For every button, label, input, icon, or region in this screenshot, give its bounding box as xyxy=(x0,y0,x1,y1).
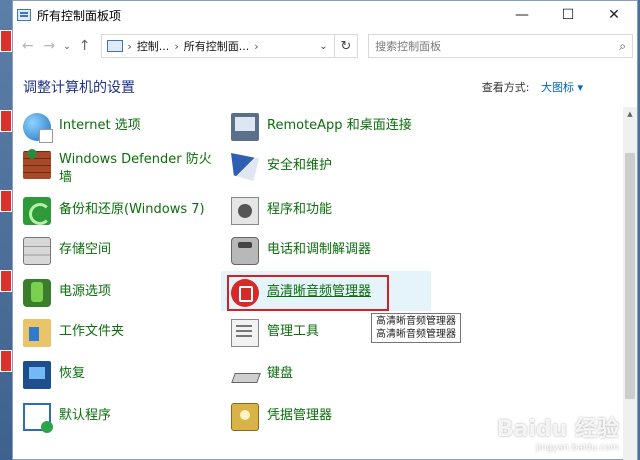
navigation-bar: ← → ⌄ ↑ › 控制... › 所有控制面... › ⌄ ↻ ⌕ xyxy=(13,29,637,63)
breadcrumb-control-panel[interactable]: 控制... xyxy=(137,38,170,54)
list-item[interactable]: 工作文件夹 xyxy=(23,319,223,347)
item-label: Internet 选项 xyxy=(59,118,141,133)
item-label: 备份和还原(Windows 7) xyxy=(59,202,205,217)
list-item[interactable]: Windows Defender 防火墙 xyxy=(23,149,223,187)
search-icon[interactable]: ⌕ xyxy=(619,39,626,54)
items-list: Internet 选项 Windows Defender 防火墙 备份和还原(W… xyxy=(13,107,611,460)
item-label: 管理工具 xyxy=(267,324,320,339)
credential-icon xyxy=(231,403,259,431)
admin-tools-icon xyxy=(231,319,259,347)
item-label: RemoteApp 和桌面连接 xyxy=(267,118,412,133)
item-label: 键盘 xyxy=(267,366,294,381)
search-box[interactable]: ⌕ xyxy=(368,34,634,58)
list-item[interactable]: 程序和功能 xyxy=(231,197,441,225)
vertical-scrollbar[interactable]: ▲ xyxy=(623,107,637,460)
firewall-icon xyxy=(23,149,51,179)
window-title: 所有控制面板项 xyxy=(37,8,122,23)
power-icon xyxy=(23,279,51,307)
list-item[interactable]: RemoteApp 和桌面连接 xyxy=(231,113,441,141)
list-item[interactable]: 恢复 xyxy=(23,361,223,389)
list-item[interactable]: 备份和还原(Windows 7) xyxy=(23,197,223,225)
desktop-icon[interactable] xyxy=(0,270,12,292)
desktop-icon[interactable] xyxy=(0,350,12,372)
item-label: 默认程序 xyxy=(59,408,112,423)
item-label: Windows Defender 防火墙 xyxy=(59,152,212,185)
item-label: 恢复 xyxy=(59,366,86,381)
list-item[interactable]: 键盘 xyxy=(231,361,441,389)
minimize-button[interactable]: — xyxy=(499,1,545,29)
address-bar[interactable]: › 控制... › 所有控制面... › ⌄ xyxy=(101,34,335,58)
keyboard-icon xyxy=(231,361,259,389)
list-item-partial[interactable] xyxy=(23,445,223,460)
scroll-thumb[interactable] xyxy=(625,153,635,399)
list-item[interactable]: 电源选项 xyxy=(23,279,223,307)
watermark-url: jingyan.baidu.com xyxy=(535,443,619,453)
annotation-red-box xyxy=(227,275,389,311)
programs-icon xyxy=(231,197,259,225)
content-header: 调整计算机的设置 查看方式: 大图标 ▾ xyxy=(13,77,623,99)
work-folders-icon xyxy=(23,319,51,347)
item-label: 电源选项 xyxy=(59,284,112,299)
list-item[interactable]: 默认程序 xyxy=(23,403,223,433)
breadcrumb-all-items[interactable]: 所有控制面... xyxy=(184,38,250,54)
page-title: 调整计算机的设置 xyxy=(23,80,135,96)
item-label: 工作文件夹 xyxy=(59,324,125,339)
internet-options-icon xyxy=(23,113,53,143)
back-button[interactable]: ← xyxy=(17,35,39,57)
tooltip-line: 高清晰音频管理器 xyxy=(376,329,456,340)
breadcrumb-chevron[interactable]: › xyxy=(254,40,258,53)
control-panel-icon xyxy=(107,40,124,52)
list-item[interactable]: Internet 选项 xyxy=(23,113,223,143)
desktop-icon[interactable] xyxy=(0,110,12,132)
up-button[interactable]: ↑ xyxy=(74,35,96,57)
security-flag-icon xyxy=(231,153,259,181)
list-item[interactable]: 凭据管理器 xyxy=(231,403,441,431)
control-panel-window: 所有控制面板项 — ☐ ✕ ← → ⌄ ↑ › 控制... › 所有控制面...… xyxy=(12,0,638,460)
item-label: 安全和维护 xyxy=(267,158,333,173)
list-item-partial[interactable] xyxy=(231,445,441,460)
view-by: 查看方式: 大图标 ▾ xyxy=(482,79,583,95)
close-button[interactable]: ✕ xyxy=(591,1,637,29)
phone-modem-icon xyxy=(231,237,259,265)
forward-button[interactable]: → xyxy=(39,35,61,57)
view-by-label: 查看方式: xyxy=(481,81,530,94)
default-programs-icon xyxy=(23,403,53,433)
desktop-icon[interactable] xyxy=(0,190,12,212)
desktop-icon[interactable] xyxy=(0,30,12,52)
title-bar[interactable]: 所有控制面板项 — ☐ ✕ xyxy=(13,1,637,29)
item-label: 电话和调制解调器 xyxy=(267,242,372,257)
item-label: 程序和功能 xyxy=(267,202,333,217)
tooltip: 高清晰音频管理器 高清晰音频管理器 xyxy=(371,313,461,343)
backup-icon xyxy=(23,197,51,225)
address-dropdown-icon[interactable]: ⌄ xyxy=(313,41,333,52)
recent-locations-dropdown[interactable]: ⌄ xyxy=(60,35,74,57)
item-label: 凭据管理器 xyxy=(267,408,333,423)
recovery-icon xyxy=(23,361,51,389)
search-input[interactable] xyxy=(375,39,620,53)
refresh-button[interactable]: ↻ xyxy=(334,34,359,58)
list-item[interactable]: 电话和调制解调器 xyxy=(231,237,441,265)
list-item[interactable]: 安全和维护 xyxy=(231,153,441,181)
control-panel-icon xyxy=(17,9,31,21)
storage-icon xyxy=(23,237,51,265)
remoteapp-icon xyxy=(231,113,259,141)
view-by-dropdown[interactable]: 大图标 ▾ xyxy=(541,81,583,94)
item-label: 存储空间 xyxy=(59,242,112,257)
maximize-button[interactable]: ☐ xyxy=(545,1,591,29)
watermark-text: Baidu 经验 xyxy=(496,417,619,442)
tooltip-line: 高清晰音频管理器 xyxy=(376,316,456,327)
watermark: Baidu 经验 jingyan.baidu.com xyxy=(497,411,619,453)
scroll-up-arrow-icon[interactable]: ▲ xyxy=(623,107,637,121)
list-item[interactable]: 存储空间 xyxy=(23,237,223,265)
